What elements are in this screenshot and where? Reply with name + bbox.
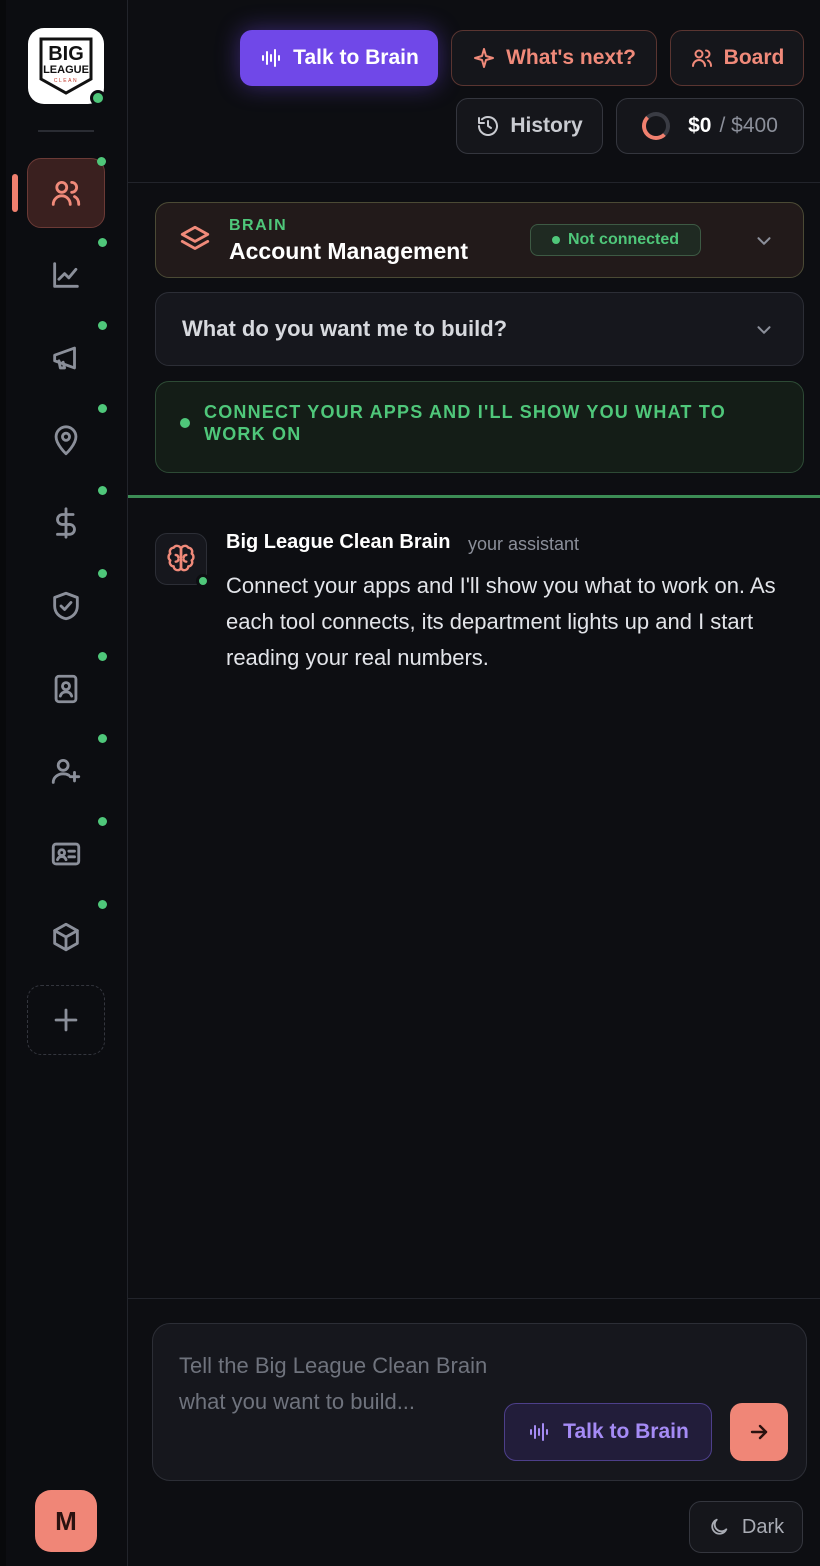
talk-to-brain-label: Talk to Brain [293,46,419,69]
plus-icon [54,1008,78,1032]
user-plus-icon [51,758,81,784]
users-icon [691,49,712,67]
big-league-clean-logo-icon: BIG LEAGUE CLEAN [39,37,93,95]
status-badge: Not connected [530,224,701,256]
sidebar-item-marketing[interactable] [27,321,107,393]
connect-apps-text: CONNECT YOUR APPS AND I'LL SHOW YOU WHAT… [204,402,726,444]
status-dot [98,404,107,413]
message-input[interactable]: Tell the Big League Clean Brain what you… [179,1348,489,1420]
users-icon [51,180,81,206]
map-pin-icon [54,425,78,456]
svg-text:LEAGUE: LEAGUE [43,64,89,76]
status-dot [98,321,107,330]
message-body: Connect your apps and I'll show you what… [226,573,776,670]
sidebar-item-team[interactable] [27,817,107,889]
brain-title: Account Management [229,238,468,264]
sparkle-icon [474,48,495,68]
connect-apps-banner[interactable]: CONNECT YOUR APPS AND I'LL SHOW YOU WHAT… [155,381,804,473]
talk-to-brain-button[interactable]: Talk to Brain [240,30,438,86]
budget-meter[interactable]: $0 / $400 [616,98,804,154]
sidebar: BIG LEAGUE CLEAN M [0,0,128,1566]
sidebar-item-hiring[interactable] [27,734,107,806]
section-divider [128,495,820,498]
online-status-dot [90,90,106,106]
logo[interactable]: BIG LEAGUE CLEAN [28,28,106,106]
shield-check-icon [53,591,79,621]
board-button[interactable]: Board [670,30,804,86]
add-department-button[interactable] [27,985,105,1055]
sidebar-item-finance[interactable] [27,486,107,558]
history-icon [478,116,499,136]
chart-line-icon [53,262,79,288]
top-toolbar: Talk to Brain What's next? Board History… [128,0,820,183]
online-status-dot [196,574,210,588]
dollar-icon [56,507,76,539]
assistant-avatar [155,533,210,588]
budget-total: / $400 [719,114,778,137]
status-dot [98,900,107,909]
composer: Tell the Big League Clean Brain what you… [152,1323,807,1481]
app-root: BIG LEAGUE CLEAN M Talk to Brain What's … [0,0,820,1566]
user-avatar[interactable]: M [35,1490,97,1552]
contact-book-icon [54,674,78,704]
audio-wave-icon [262,49,281,67]
send-button[interactable] [730,1403,788,1461]
status-dot [180,418,190,428]
brain-icon [167,544,195,572]
chevron-down-icon[interactable] [753,319,775,341]
budget-progress-ring [642,112,671,140]
moon-icon [711,1518,728,1535]
status-dot [98,238,107,247]
status-label: Not connected [567,231,680,248]
package-icon [53,922,79,952]
audio-wave-icon [530,1423,549,1441]
svg-text:BIG: BIG [48,43,84,65]
theme-toggle[interactable]: Dark [689,1501,803,1553]
layers-icon [178,223,212,257]
status-dot [551,236,560,244]
theme-label: Dark [741,1515,785,1538]
build-dropdown[interactable]: What do you want me to build? [155,292,804,366]
status-dot [98,817,107,826]
sidebar-item-compliance[interactable] [27,569,107,641]
whats-next-label: What's next? [506,46,636,69]
sidebar-item-analytics[interactable] [27,238,107,310]
status-dot [98,486,107,495]
composer-talk-label: Talk to Brain [563,1420,689,1443]
status-dot [98,734,107,743]
composer-area: Tell the Big League Clean Brain what you… [128,1298,820,1566]
message-role: your assistant [468,534,580,554]
budget-spent: $0 [688,114,712,137]
status-dot [97,157,106,166]
sidebar-item-locations[interactable] [27,404,107,476]
sidebar-divider [38,130,94,132]
brain-selector[interactable]: BRAIN Account Management Not connected [155,202,804,278]
board-label: Board [723,46,785,69]
history-button[interactable]: History [456,98,603,154]
message-author: Big League Clean Brain [226,531,451,553]
svg-text:CLEAN: CLEAN [54,78,78,84]
chevron-down-icon[interactable] [753,230,775,252]
megaphone-icon [53,346,76,370]
status-dot [98,652,107,661]
id-card-icon [51,842,81,866]
sidebar-item-inventory[interactable] [27,900,107,972]
build-prompt-label: What do you want me to build? [182,316,508,341]
brain-kicker: BRAIN [229,217,288,234]
sidebar-item-accounts[interactable] [27,157,106,228]
composer-talk-to-brain-button[interactable]: Talk to Brain [504,1403,712,1461]
active-indicator [12,174,18,212]
history-label: History [510,114,583,137]
status-dot [98,569,107,578]
arrow-right-icon [750,1424,768,1440]
sidebar-item-contacts[interactable] [27,652,107,724]
whats-next-button[interactable]: What's next? [451,30,657,86]
